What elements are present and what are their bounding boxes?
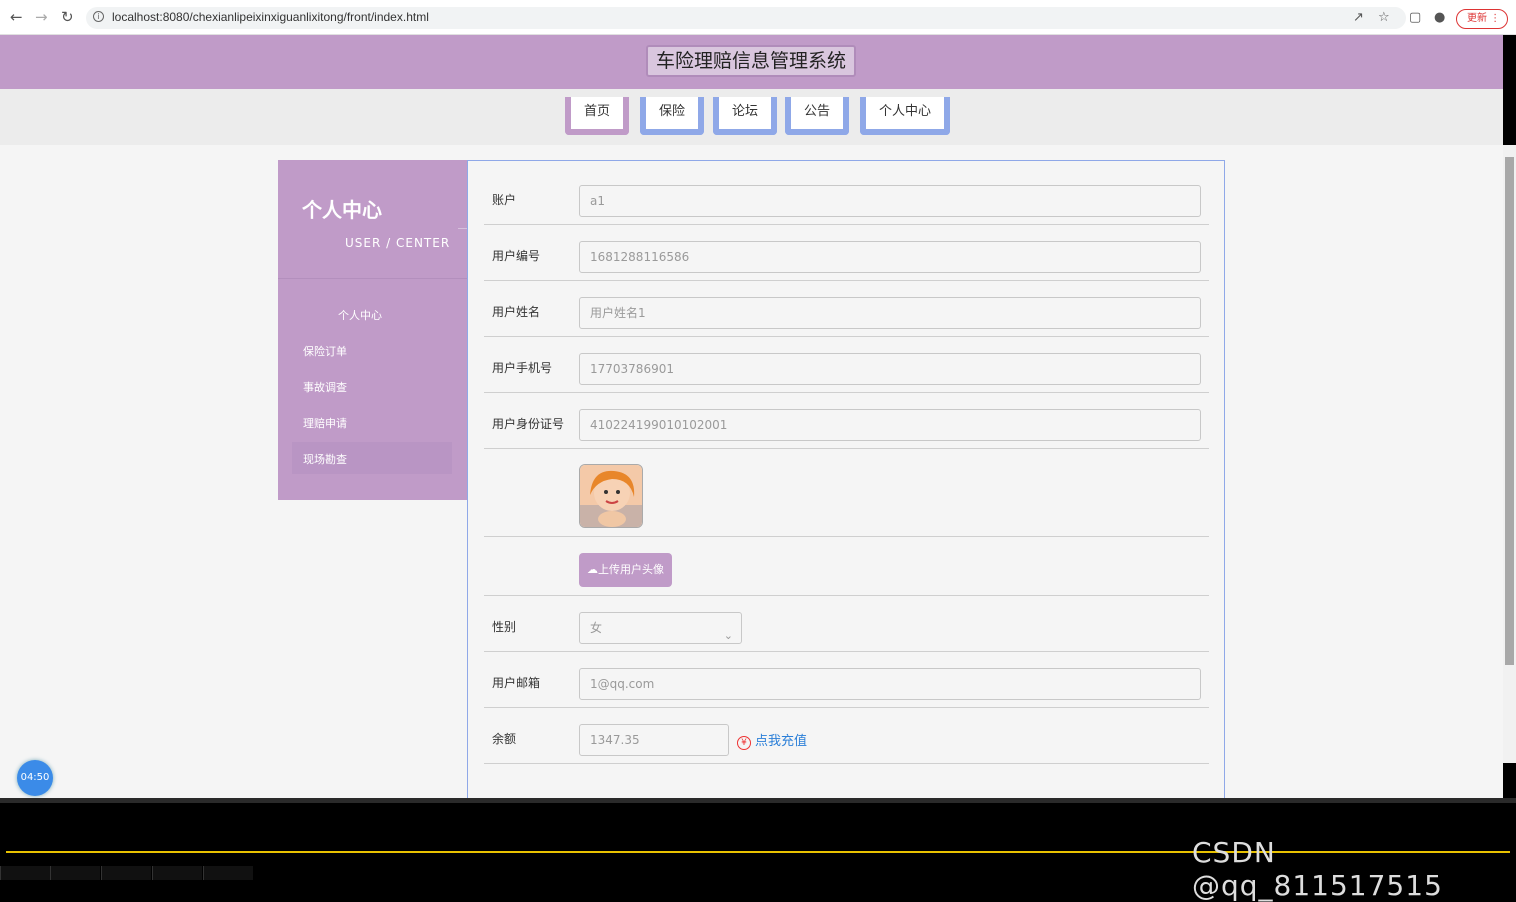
site-header: 车险理赔信息管理系统 <box>0 35 1503 89</box>
player-segment <box>101 866 151 880</box>
avatar <box>579 464 643 528</box>
update-label: 更新 <box>1467 13 1487 24</box>
player-segment <box>152 866 202 880</box>
chevron-down-icon: ⌄ <box>723 629 733 642</box>
site-title: 车险理赔信息管理系统 <box>646 45 857 77</box>
sidebar-item-site-survey[interactable]: 现场勘查 <box>303 451 347 467</box>
update-button[interactable]: 更新 ⋮ <box>1456 9 1508 29</box>
sidebar-title: 个人中心 <box>302 198 382 222</box>
forward-arrow-icon[interactable]: → <box>35 8 48 26</box>
nav-home[interactable]: 首页 <box>565 97 629 135</box>
phone-label: 用户手机号 <box>492 361 553 375</box>
form-row: 用户手机号 17703786901 <box>484 337 1209 393</box>
gender-select[interactable]: 女 ⌄ <box>579 612 742 644</box>
sidebar: 个人中心 USER / CENTER 个人中心 保险订单 事故调查 理赔申请 现… <box>278 160 467 500</box>
player-segment <box>203 866 253 880</box>
account-label: 账户 <box>492 193 517 207</box>
sidebar-item-personal-center[interactable]: 个人中心 <box>338 307 382 323</box>
email-input[interactable]: 1@qq.com <box>579 668 1201 700</box>
sidebar-item-insurance-orders[interactable]: 保险订单 <box>303 343 347 359</box>
user-no-input[interactable]: 1681288116586 <box>579 241 1201 273</box>
sidebar-subtitle: USER / CENTER <box>345 236 451 250</box>
sidebar-item-claim-application[interactable]: 理赔申请 <box>303 415 347 431</box>
share-icon[interactable]: ↗ <box>1353 10 1364 25</box>
star-icon[interactable]: ☆ <box>1378 10 1390 25</box>
balance-label: 余额 <box>492 732 517 746</box>
form-row: 性别 女 ⌄ <box>484 596 1209 652</box>
nav-insurance[interactable]: 保险 <box>640 97 704 135</box>
form-row: 用户姓名 用户姓名1 <box>484 281 1209 337</box>
profile-form: 账户 a1 用户编号 1681288116586 用户姓名 用户姓名1 用户手机… <box>467 160 1225 798</box>
divider <box>0 798 1516 803</box>
form-row: 用户编号 1681288116586 <box>484 225 1209 281</box>
profile-icon[interactable]: ● <box>1434 10 1445 25</box>
main-nav: 首页 保险 论坛 公告 个人中心 <box>0 89 1503 145</box>
nav-forum[interactable]: 论坛 <box>713 97 777 135</box>
gender-value: 女 <box>590 621 603 635</box>
sidebar-item-accident-investigation[interactable]: 事故调查 <box>303 379 347 395</box>
nav-personal-center[interactable]: 个人中心 <box>860 97 950 135</box>
balance-input[interactable]: 1347.35 <box>579 724 729 756</box>
scrollbar-thumb[interactable] <box>1505 157 1514 665</box>
url-text: localhost:8080/chexianlipeixinxiguanlixi… <box>112 10 429 24</box>
page: 车险理赔信息管理系统 首页 保险 论坛 公告 个人中心 个人中心 USER / … <box>0 35 1503 798</box>
form-row: 账户 a1 <box>484 161 1209 225</box>
yen-icon: ¥ <box>737 736 751 750</box>
upload-avatar-label: 上传用户头像 <box>598 563 664 576</box>
id-card-label: 用户身份证号 <box>492 417 565 431</box>
timer-badge: 04:50 <box>17 760 53 796</box>
account-input[interactable]: a1 <box>579 185 1201 217</box>
recharge-link[interactable]: ¥ 点我充值 <box>737 730 807 750</box>
phone-input[interactable]: 17703786901 <box>579 353 1201 385</box>
gender-label: 性别 <box>492 620 517 634</box>
form-row: 余额 1347.35 ¥ 点我充值 <box>484 708 1209 764</box>
reload-icon[interactable]: ↻ <box>61 8 74 26</box>
divider <box>458 228 467 229</box>
user-name-label: 用户姓名 <box>492 305 541 319</box>
browser-toolbar: ← → ↻ i localhost:8080/chexianlipeixinxi… <box>0 0 1516 35</box>
back-arrow-icon[interactable]: ← <box>10 8 23 26</box>
player-segment <box>50 866 100 880</box>
form-row: ☁上传用户头像 <box>484 537 1209 596</box>
form-row <box>484 449 1209 537</box>
watermark: CSDN @qq_811517515 <box>1192 836 1443 902</box>
cloud-upload-icon: ☁ <box>587 563 598 576</box>
player-segment <box>0 866 50 880</box>
form-row: 用户邮箱 1@qq.com <box>484 652 1209 708</box>
user-no-label: 用户编号 <box>492 249 541 263</box>
id-card-input[interactable]: 410224199010102001 <box>579 409 1201 441</box>
form-row: 用户身份证号 410224199010102001 <box>484 393 1209 449</box>
email-label: 用户邮箱 <box>492 676 541 690</box>
user-name-input[interactable]: 用户姓名1 <box>579 297 1201 329</box>
divider <box>278 278 467 279</box>
recharge-label: 点我充值 <box>755 734 808 749</box>
upload-avatar-button[interactable]: ☁上传用户头像 <box>579 553 672 587</box>
sidepanel-icon[interactable]: ▢ <box>1409 10 1421 25</box>
info-icon[interactable]: i <box>93 11 104 22</box>
nav-notice[interactable]: 公告 <box>785 97 849 135</box>
